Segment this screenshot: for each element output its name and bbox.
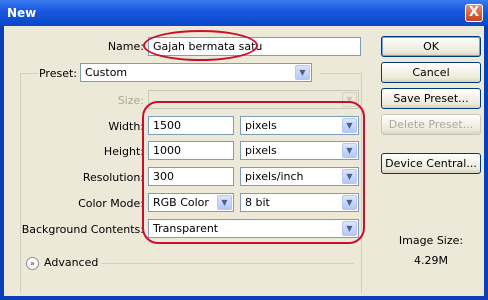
preset-value: Custom bbox=[85, 66, 128, 79]
save-preset-button[interactable]: Save Preset... bbox=[381, 88, 481, 109]
preset-label: Preset: bbox=[38, 67, 77, 80]
close-icon[interactable]: X bbox=[465, 4, 483, 22]
double-chevron-down-icon[interactable]: » bbox=[26, 257, 39, 270]
background-contents-label: Background Contents: bbox=[21, 223, 144, 236]
resolution-label: Resolution: bbox=[82, 171, 144, 184]
name-label: Name: bbox=[107, 40, 144, 53]
name-highlight-ellipse bbox=[143, 30, 258, 61]
image-size-label: Image Size: bbox=[398, 234, 464, 247]
preset-group-border-top-right bbox=[320, 73, 361, 74]
device-central-button[interactable]: Device Central... bbox=[381, 153, 481, 174]
height-label: Height: bbox=[103, 145, 144, 158]
image-size-value: 4.29M bbox=[414, 254, 448, 267]
dialog-body: Name: Gajah bermata satu Preset: Custom … bbox=[4, 26, 484, 296]
cancel-button[interactable]: Cancel bbox=[381, 62, 481, 83]
advanced-label[interactable]: Advanced bbox=[44, 256, 98, 269]
window-title: New bbox=[7, 6, 37, 20]
color-mode-label: Color Mode: bbox=[78, 197, 144, 210]
ok-button[interactable]: OK bbox=[381, 36, 481, 57]
settings-highlight-outline bbox=[142, 101, 365, 244]
delete-preset-button: Delete Preset... bbox=[381, 114, 481, 135]
width-label: Width: bbox=[108, 120, 144, 133]
size-label: Size: bbox=[117, 94, 144, 107]
preset-select[interactable]: Custom ▼ bbox=[80, 63, 312, 82]
title-bar[interactable]: New X bbox=[0, 0, 488, 26]
chevron-down-icon: ▼ bbox=[295, 65, 310, 80]
advanced-divider bbox=[102, 263, 354, 264]
